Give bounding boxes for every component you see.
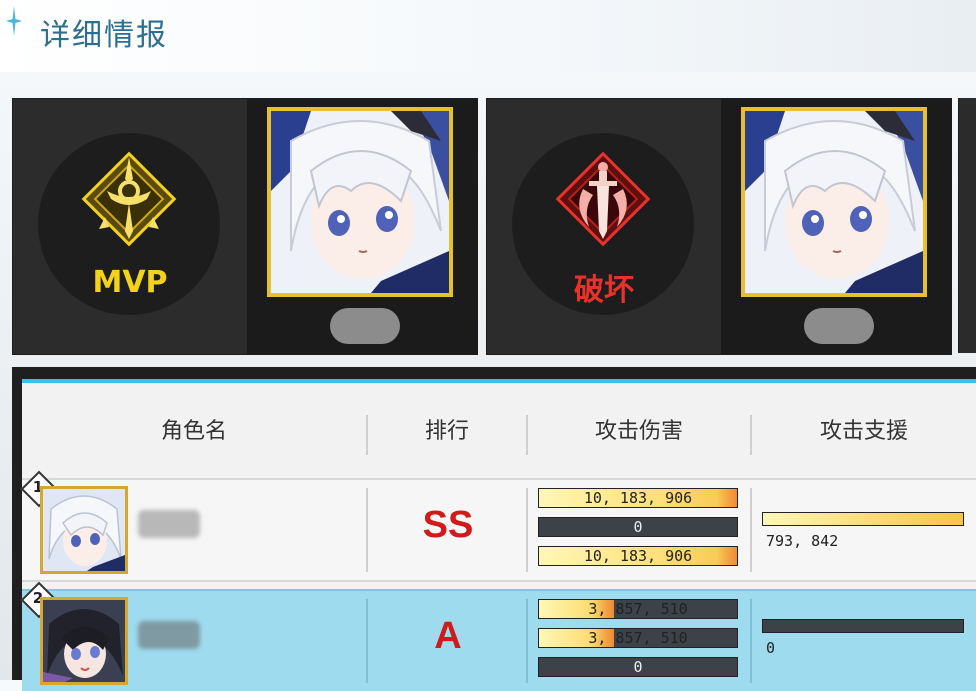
player-name-blurred — [804, 308, 874, 344]
damage-bar: 3, 857, 510 — [538, 599, 738, 619]
white-haired-avatar — [43, 489, 125, 571]
award-badge-area: 破坏 — [487, 99, 721, 354]
support-value: 793, 842 — [766, 532, 839, 550]
column-header-character: 角色名 — [160, 419, 227, 444]
sparkle-icon — [6, 6, 22, 36]
support-bar — [762, 512, 964, 526]
page-title: 详细情报 — [40, 18, 168, 53]
award-portrait-area — [721, 99, 951, 354]
support-bar-fill — [763, 513, 963, 525]
sword-crest-icon — [555, 151, 651, 247]
character-avatar — [40, 597, 128, 685]
damage-value: 0 — [633, 658, 643, 676]
player-name-blurred — [138, 621, 200, 649]
stats-table: 角色名 排行 攻击伤害 攻击支援 1 SS 10, 183, 906 0 10,… — [20, 379, 976, 691]
player-name-blurred — [138, 510, 200, 538]
character-portrait — [267, 107, 453, 297]
column-divider — [750, 488, 752, 572]
damage-value: 10, 183, 906 — [583, 489, 693, 507]
grade-label: SS — [422, 504, 474, 546]
award-label: 破坏 — [574, 273, 634, 308]
mvp-crest-icon — [81, 151, 177, 247]
award-label: MVP — [92, 265, 168, 300]
damage-bar: 3, 857, 510 — [538, 628, 738, 648]
support-bar — [762, 619, 964, 633]
award-card-partial — [958, 98, 976, 353]
column-header-rank: 排行 — [424, 419, 469, 444]
damage-value: 3, 857, 510 — [588, 600, 688, 618]
table-row[interactable]: 2 A 3, 857, 510 3, 857, 510 0 0 — [20, 581, 976, 691]
damage-bar: 0 — [538, 657, 738, 677]
top-bar: 详细情报 — [0, 0, 976, 72]
character-portrait — [741, 107, 927, 297]
damage-bar: 0 — [538, 517, 738, 537]
white-haired-character-portrait — [271, 111, 449, 293]
damage-bar: 10, 183, 906 — [538, 488, 738, 508]
award-card-destroy[interactable]: 破坏 — [486, 98, 952, 355]
award-portrait-area — [247, 99, 477, 354]
grade-label: A — [434, 615, 462, 657]
column-divider — [526, 599, 528, 683]
award-badge-area: MVP — [13, 99, 247, 354]
table-header: 角色名 排行 攻击伤害 攻击支援 — [22, 383, 976, 475]
player-name-blurred — [330, 308, 400, 344]
column-divider — [750, 599, 752, 683]
stats-panel: 角色名 排行 攻击伤害 攻击支援 1 SS 10, 183, 906 0 10,… — [12, 367, 976, 691]
award-card-mvp[interactable]: MVP — [12, 98, 478, 355]
column-header-damage: 攻击伤害 — [594, 419, 683, 444]
dark-haired-avatar — [43, 600, 125, 682]
white-haired-character-portrait — [745, 111, 923, 293]
table-row[interactable]: 1 SS 10, 183, 906 0 10, 183, 906 793, 84… — [20, 470, 976, 582]
character-avatar — [40, 486, 128, 574]
support-value: 0 — [766, 639, 776, 657]
column-divider — [526, 488, 528, 572]
column-header-support: 攻击支援 — [819, 419, 908, 444]
damage-value: 10, 183, 906 — [583, 547, 693, 565]
damage-bar: 10, 183, 906 — [538, 546, 738, 566]
damage-value: 3, 857, 510 — [588, 629, 688, 647]
damage-value: 0 — [633, 518, 643, 536]
